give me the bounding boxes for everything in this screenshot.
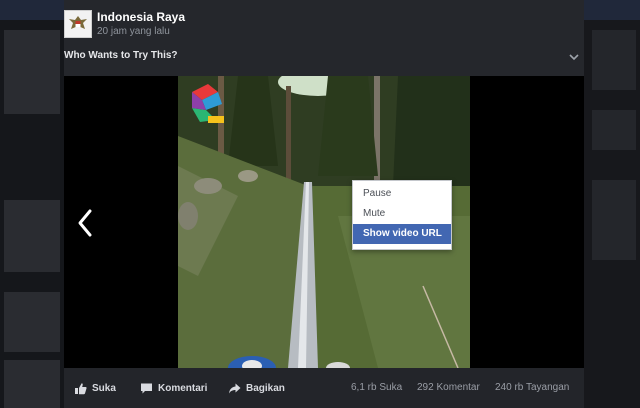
post-timestamp[interactable]: 20 jam yang lalu [97, 26, 170, 37]
theater-viewer: Indonesia Raya 20 jam yang lalu Who Want… [0, 0, 640, 408]
comment-button[interactable]: Komentari [140, 381, 207, 395]
menu-item-show-video-url[interactable]: Show video URL [353, 224, 451, 244]
background-left-column [0, 20, 64, 408]
video-context-menu: Pause Mute Show video URL [352, 180, 452, 250]
share-label: Bagikan [246, 382, 285, 394]
comments-count[interactable]: 292 Komentar [417, 382, 480, 393]
channel-logo-icon [188, 82, 226, 126]
background-right-column [584, 20, 640, 408]
background-block [592, 30, 636, 90]
views-count: 240 rb Tayangan [495, 382, 570, 393]
menu-item-pause[interactable]: Pause [353, 184, 451, 204]
page-avatar[interactable] [64, 10, 92, 38]
video-stage: Pause Mute Show video URL [64, 76, 584, 368]
background-thumbnail [4, 360, 60, 408]
previous-chevron-left-icon[interactable] [74, 208, 96, 238]
like-label: Suka [92, 382, 116, 394]
post-options-chevron-down-icon[interactable] [568, 50, 580, 62]
background-block [592, 180, 636, 260]
comment-label: Komentari [158, 382, 208, 394]
post-actions-bar: Suka Komentari Bagikan 6,1 rb Suka 292 K… [64, 368, 584, 408]
background-thumbnail [4, 200, 60, 272]
background-thumbnail [4, 292, 60, 352]
like-button[interactable]: Suka [74, 381, 116, 395]
share-arrow-icon [229, 383, 241, 393]
garuda-emblem-icon [65, 11, 91, 37]
post-header: Indonesia Raya 20 jam yang lalu Who Want… [64, 0, 584, 76]
likes-count[interactable]: 6,1 rb Suka [351, 382, 402, 393]
menu-item-mute[interactable]: Mute [353, 204, 451, 224]
thumbs-up-icon [75, 382, 87, 394]
background-block [592, 110, 636, 150]
speech-bubble-icon [141, 383, 152, 393]
background-thumbnail [4, 30, 60, 114]
post-caption: Who Wants to Try This? [64, 50, 178, 61]
share-button[interactable]: Bagikan [228, 381, 285, 395]
page-name-link[interactable]: Indonesia Raya [97, 10, 185, 24]
